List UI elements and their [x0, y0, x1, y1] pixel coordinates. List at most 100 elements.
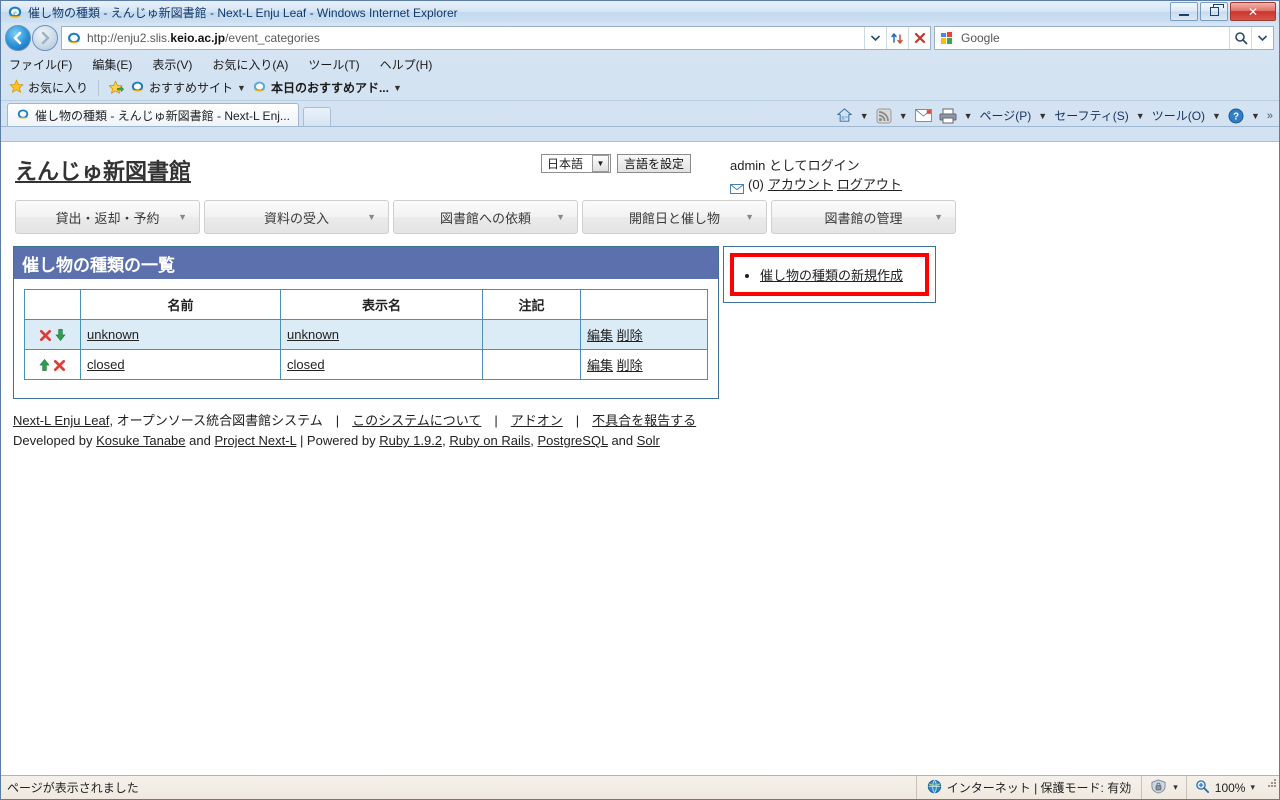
footer-link-project-next-l[interactable]: Project Next-L	[214, 433, 296, 448]
account-link[interactable]: アカウント	[768, 175, 833, 194]
delete-link[interactable]: 削除	[617, 358, 643, 373]
event-category-display-name-link[interactable]: unknown	[287, 327, 339, 342]
delete-x-icon[interactable]	[53, 359, 66, 372]
chevron-down-icon[interactable]: ▼	[592, 155, 609, 172]
event-category-display-name-link[interactable]: closed	[287, 357, 325, 372]
logged-in-status: admin としてログイン	[730, 156, 902, 175]
chevron-down-icon[interactable]: ▼	[934, 212, 943, 222]
footer-link-enju[interactable]: Next-L Enju Leaf	[13, 413, 109, 428]
chevron-down-icon[interactable]: ▼	[178, 212, 187, 222]
chevron-down-icon[interactable]: ▼	[745, 212, 754, 222]
set-language-button[interactable]: 言語を設定	[617, 154, 692, 173]
chevron-down-icon[interactable]: ▼	[556, 212, 565, 222]
footer-link-about[interactable]: このシステムについて	[352, 413, 481, 428]
refresh-icon[interactable]	[886, 27, 908, 49]
mail-icon[interactable]	[914, 109, 932, 122]
security-zone-label: インターネット | 保護モード: 有効	[946, 781, 1132, 795]
menu-item-view[interactable]: 表示(V)	[152, 56, 192, 73]
close-button[interactable]: ✕	[1230, 2, 1276, 21]
footer-link-report-bug[interactable]: 不具合を報告する	[592, 413, 696, 428]
footer-text: , オープンソース統合図書館システム |	[109, 413, 353, 428]
footer-text: Developed by	[13, 433, 97, 449]
menu-item-help[interactable]: ヘルプ(H)	[380, 56, 433, 73]
zoom-control[interactable]: 100% ▾	[1185, 776, 1265, 799]
command-page-menu[interactable]: ページ(P)	[980, 107, 1032, 124]
globe-icon	[927, 779, 942, 797]
delete-link[interactable]: 削除	[617, 328, 643, 343]
forward-button[interactable]	[32, 25, 58, 51]
page-favicon-icon	[66, 30, 82, 46]
chevron-down-icon[interactable]: ▾	[1250, 782, 1255, 793]
chevron-down-icon[interactable]: ▼	[393, 83, 402, 93]
print-icon[interactable]	[939, 108, 957, 124]
event-category-name-link[interactable]: unknown	[87, 327, 139, 342]
menu-item-tools[interactable]: ツール(T)	[308, 56, 359, 73]
ie-browser-window: e 催し物の種類 - えんじゅ新図書館 - Next-L Enju Leaf -…	[0, 0, 1280, 800]
event-category-name-link[interactable]: closed	[87, 357, 125, 372]
footer-text: | Powered by	[296, 433, 380, 449]
command-overflow-icon[interactable]: »	[1267, 110, 1273, 122]
security-settings[interactable]: ▾	[1141, 776, 1186, 799]
chevron-down-icon[interactable]: ▼	[1212, 111, 1221, 121]
nav-item-library-admin[interactable]: 図書館の管理 ▼	[771, 200, 956, 234]
chevron-down-icon[interactable]: ▼	[964, 111, 973, 121]
address-dropdown-icon[interactable]	[864, 27, 886, 49]
favorites-button[interactable]: お気に入り	[9, 78, 88, 97]
footer-link-kosuke-tanabe[interactable]: Kosuke Tanabe	[96, 433, 185, 448]
minimize-button[interactable]	[1170, 2, 1198, 21]
move-down-icon[interactable]	[55, 328, 66, 342]
restore-button[interactable]	[1200, 2, 1228, 21]
back-button[interactable]	[5, 25, 31, 51]
chevron-down-icon[interactable]: ▾	[1173, 782, 1178, 793]
chevron-down-icon[interactable]: ▼	[1136, 111, 1145, 121]
address-bar[interactable]: http://enju2.slis.keio.ac.jp/event_categ…	[61, 26, 931, 50]
menu-item-file[interactable]: ファイル(F)	[9, 56, 72, 73]
chevron-down-icon[interactable]: ▼	[1251, 111, 1260, 121]
command-tools-menu[interactable]: ツール(O)	[1152, 107, 1205, 124]
nav-item-opening-days-events[interactable]: 開館日と催し物 ▼	[582, 200, 767, 234]
nav-item-acquisition[interactable]: 資料の受入 ▼	[204, 200, 389, 234]
site-title-link[interactable]: えんじゅ新図書館	[15, 154, 191, 186]
chevron-down-icon[interactable]: ▼	[860, 111, 869, 121]
move-up-icon[interactable]	[39, 358, 50, 372]
feeds-icon[interactable]	[876, 108, 892, 124]
nav-item-circulation[interactable]: 貸出・返却・予約 ▼	[15, 200, 200, 234]
resize-grip[interactable]	[1265, 776, 1279, 799]
search-dropdown-icon[interactable]	[1251, 27, 1273, 49]
chevron-down-icon[interactable]: ▼	[367, 212, 376, 222]
command-safety-menu[interactable]: セーフティ(S)	[1054, 107, 1129, 124]
add-favorite-icon[interactable]	[109, 80, 125, 95]
nav-item-library-request[interactable]: 図書館への依頼 ▼	[393, 200, 578, 234]
edit-link[interactable]: 編集	[587, 358, 613, 373]
logout-link[interactable]: ログアウト	[837, 175, 902, 194]
favbar-item-today-addon[interactable]: 本日のおすすめアド... ▼	[252, 79, 402, 97]
favbar-item-suggested-sites[interactable]: おすすめサイト ▼	[130, 79, 246, 97]
chevron-down-icon[interactable]: ▼	[899, 111, 908, 121]
delete-x-icon[interactable]	[39, 329, 52, 342]
footer-link-rails[interactable]: Ruby on Rails	[449, 433, 530, 448]
menu-item-favorites[interactable]: お気に入り(A)	[212, 56, 288, 73]
tab-bar: 催し物の種類 - えんじゅ新図書館 - Next-L Enj... ▼ ▼ ▼ …	[1, 101, 1279, 127]
browser-tab-active[interactable]: 催し物の種類 - えんじゅ新図書館 - Next-L Enj...	[7, 103, 299, 126]
help-icon[interactable]: ?	[1228, 108, 1244, 124]
search-icon[interactable]	[1229, 27, 1251, 49]
footer-line-1: Next-L Enju Leaf, オープンソース統合図書館システム | このシ…	[13, 411, 1267, 431]
menu-item-edit[interactable]: 編集(E)	[92, 56, 132, 73]
stop-icon[interactable]	[908, 27, 930, 49]
search-input[interactable]: Google	[934, 26, 1274, 50]
chevron-down-icon[interactable]: ▼	[237, 83, 246, 93]
chevron-down-icon[interactable]: ▼	[1038, 111, 1047, 121]
message-count: (0)	[748, 177, 764, 192]
footer-link-postgresql[interactable]: PostgreSQL	[537, 433, 607, 448]
new-event-category-link[interactable]: 催し物の種類の新規作成	[760, 268, 903, 283]
footer-link-solr[interactable]: Solr	[637, 433, 660, 448]
security-zone[interactable]: インターネット | 保護モード: 有効	[915, 776, 1141, 799]
edit-link[interactable]: 編集	[587, 328, 613, 343]
page-content: えんじゅ新図書館 日本語 ▼ 言語を設定 admin としてログイン (0) ア…	[1, 142, 1279, 451]
page-title: 催し物の種類の一覧	[14, 247, 718, 279]
language-select[interactable]: 日本語 ▼	[541, 154, 611, 173]
footer-link-ruby[interactable]: Ruby 1.9.2	[379, 433, 442, 448]
footer-link-addon[interactable]: アドオン	[511, 413, 563, 428]
new-tab-button[interactable]	[302, 107, 331, 126]
home-icon[interactable]	[836, 107, 853, 124]
